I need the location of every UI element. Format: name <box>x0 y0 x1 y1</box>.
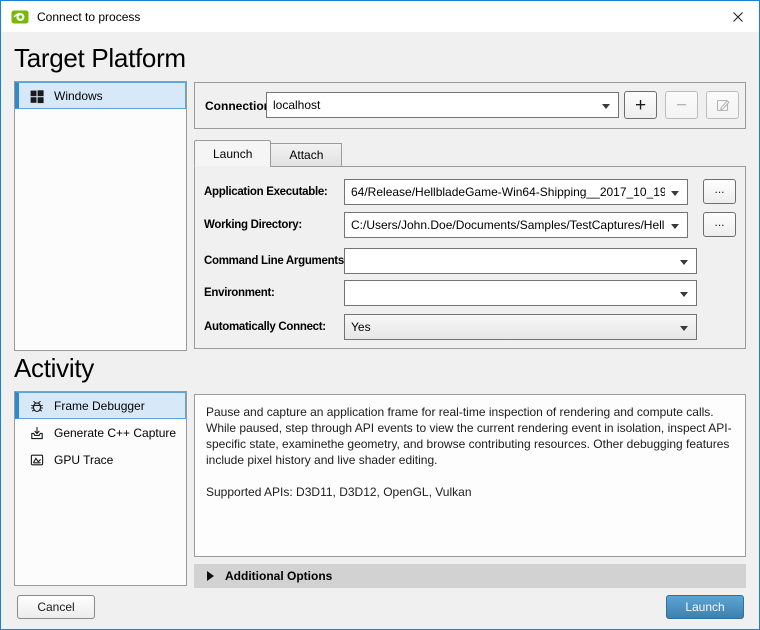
windows-logo-icon <box>29 88 45 104</box>
dropdown-arrow-icon[interactable] <box>671 224 679 229</box>
edit-connection-button[interactable] <box>706 91 739 119</box>
connect-to-process-dialog: Connect to process Target Platform Windo… <box>0 0 760 630</box>
activity-item-generate-cpp-capture[interactable]: Generate C++ Capture <box>15 419 186 446</box>
platform-item-label: Windows <box>54 89 103 103</box>
additional-options-expander[interactable]: Additional Options <box>194 564 746 588</box>
command-line-arguments-label: Command Line Arguments: <box>204 248 347 274</box>
platform-item-windows[interactable]: Windows <box>15 82 186 109</box>
capture-download-icon <box>29 425 45 441</box>
activity-item-label: Generate C++ Capture <box>54 426 176 440</box>
additional-options-label: Additional Options <box>225 569 332 583</box>
remove-connection-button[interactable]: − <box>665 91 698 119</box>
connection-combobox[interactable]: localhost <box>266 92 619 118</box>
launch-tab-panel: Application Executable: 64/Release/Hellb… <box>194 166 746 349</box>
activity-heading: Activity <box>14 353 94 384</box>
automatically-connect-select[interactable]: Yes <box>344 314 697 340</box>
description-paragraph: Pause and capture an application frame f… <box>206 404 734 468</box>
target-platform-heading: Target Platform <box>14 43 186 74</box>
supported-apis: Supported APIs: D3D11, D3D12, OpenGL, Vu… <box>206 484 734 500</box>
activity-item-label: GPU Trace <box>54 453 113 467</box>
launch-attach-tabbar: Launch Attach <box>194 140 341 167</box>
working-directory-combobox[interactable]: C:/Users/John.Doe/Documents/Samples/Test… <box>344 212 688 238</box>
activity-description-text: Pause and capture an application frame f… <box>195 395 745 509</box>
environment-label: Environment: <box>204 280 275 306</box>
automatically-connect-value: Yes <box>351 315 674 339</box>
activity-item-frame-debugger[interactable]: Frame Debugger <box>15 392 186 419</box>
connection-label: Connection: <box>205 92 275 120</box>
command-line-arguments-combobox[interactable] <box>344 248 697 274</box>
window-title: Connect to process <box>37 10 140 24</box>
close-icon <box>732 11 744 23</box>
dropdown-arrow-icon[interactable] <box>680 260 688 265</box>
working-directory-row: Working Directory: C:/Users/John.Doe/Doc… <box>195 212 745 238</box>
application-executable-label: Application Executable: <box>204 179 327 205</box>
trace-chart-icon <box>29 452 45 468</box>
automatically-connect-row: Automatically Connect: Yes <box>195 314 745 340</box>
dropdown-arrow-icon[interactable] <box>671 191 679 196</box>
close-button[interactable] <box>717 1 759 32</box>
connection-value: localhost <box>273 93 596 117</box>
cancel-button[interactable]: Cancel <box>17 595 95 619</box>
activity-item-gpu-trace[interactable]: GPU Trace <box>15 446 186 473</box>
plus-icon: + <box>635 96 646 115</box>
launch-button[interactable]: Launch <box>666 595 744 619</box>
tab-attach[interactable]: Attach <box>270 143 342 167</box>
platform-listbox: Windows <box>14 81 187 351</box>
edit-pencil-icon <box>715 97 731 113</box>
working-directory-value: C:/Users/John.Doe/Documents/Samples/Test… <box>351 213 665 237</box>
add-connection-button[interactable]: + <box>624 91 657 119</box>
dropdown-arrow-icon[interactable] <box>680 326 688 331</box>
expander-collapsed-triangle-icon <box>207 571 214 581</box>
bug-icon <box>29 398 45 414</box>
activity-listbox: Frame Debugger Generate C++ Capture GPU … <box>14 391 187 586</box>
activity-item-label: Frame Debugger <box>54 399 145 413</box>
connection-group: Connection: localhost + − <box>194 82 746 129</box>
dropdown-arrow-icon[interactable] <box>680 292 688 297</box>
environment-row: Environment: <box>195 280 745 306</box>
application-executable-row: Application Executable: 64/Release/Hellb… <box>195 179 745 205</box>
application-executable-combobox[interactable]: 64/Release/HellbladeGame-Win64-Shipping_… <box>344 179 688 205</box>
dropdown-arrow-icon[interactable] <box>602 104 610 109</box>
automatically-connect-label: Automatically Connect: <box>204 314 326 340</box>
minus-icon: − <box>676 96 687 115</box>
command-line-arguments-row: Command Line Arguments: <box>195 248 745 274</box>
application-executable-value: 64/Release/HellbladeGame-Win64-Shipping_… <box>351 180 665 204</box>
working-directory-label: Working Directory: <box>204 212 302 238</box>
tab-launch[interactable]: Launch <box>194 140 271 167</box>
nvidia-logo-icon <box>11 10 29 24</box>
titlebar: Connect to process <box>1 1 759 32</box>
activity-description-panel: Pause and capture an application frame f… <box>194 394 746 557</box>
application-executable-browse-button[interactable]: ... <box>703 179 736 204</box>
environment-combobox[interactable] <box>344 280 697 306</box>
working-directory-browse-button[interactable]: ... <box>703 212 736 237</box>
